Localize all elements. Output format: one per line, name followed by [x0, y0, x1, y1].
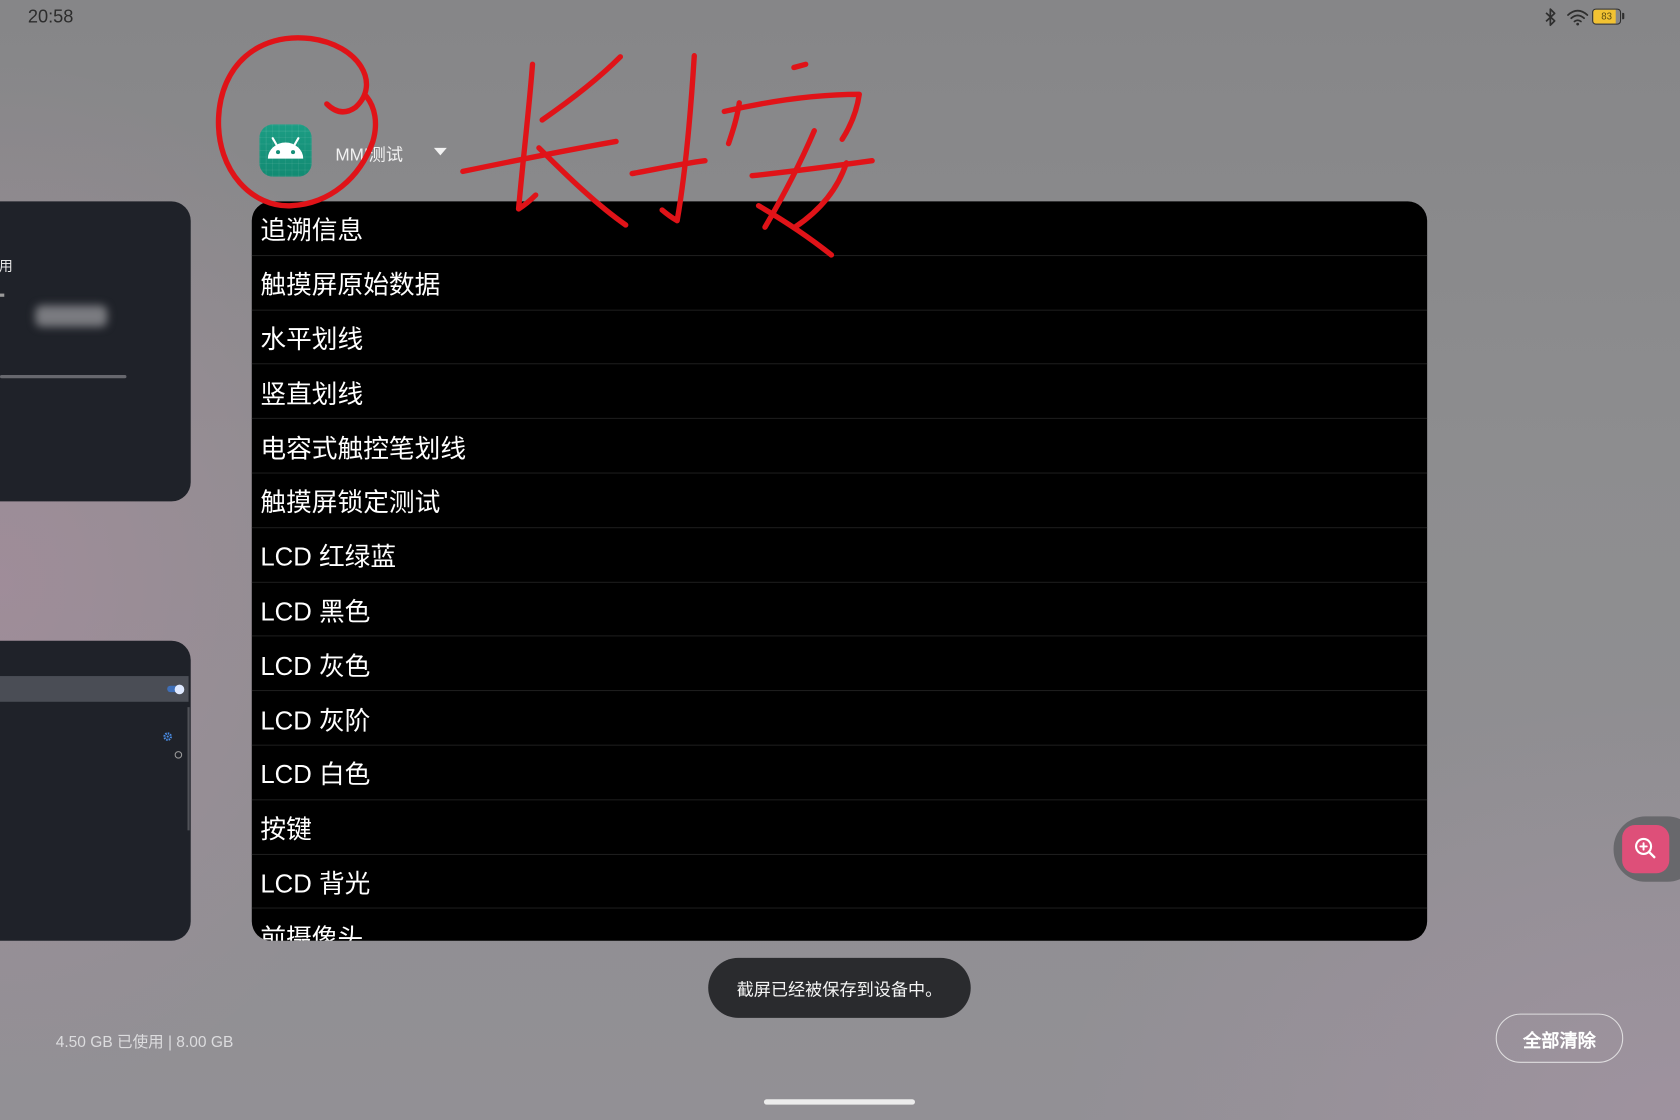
clear-all-button[interactable]: 全部清除	[1495, 1013, 1624, 1063]
menu-item-touchscreen-lock-test[interactable]: 触摸屏锁定测试	[251, 474, 1428, 528]
menu-item-label: LCD 红绿蓝	[260, 543, 397, 573]
recent-apps-screen: 20:58 83 用 MMI测试 追溯信息 触摸屏原始数据 水平划线 竖直划线 …	[0, 0, 1680, 1120]
menu-item-label: LCD 灰阶	[260, 706, 371, 736]
wifi-icon	[1566, 9, 1589, 26]
card-text: 用	[0, 258, 13, 275]
faint-text-line	[0, 375, 127, 379]
menu-item-touchscreen-raw-data[interactable]: 触摸屏原始数据	[251, 256, 1428, 311]
screenshot-saved-toast: 截屏已经被保存到设备中。	[708, 957, 971, 1018]
toggle-switch	[167, 684, 185, 694]
zoom-button[interactable]	[1622, 825, 1670, 874]
menu-item-label: 按键	[260, 815, 312, 845]
menu-item-label: LCD 背光	[260, 869, 371, 899]
app-title[interactable]: MMI测试	[335, 140, 403, 166]
card-text-fragment	[0, 293, 5, 297]
settings-row-highlight	[0, 676, 189, 702]
menu-item-horizontal-line[interactable]: 水平划线	[251, 310, 1428, 365]
bluetooth-icon	[1543, 8, 1558, 27]
menu-item-label: 电容式触控笔划线	[260, 434, 467, 464]
clear-all-label: 全部清除	[1523, 1030, 1596, 1051]
menu-item-label: LCD 白色	[260, 761, 371, 791]
menu-item-traceability-info[interactable]: 追溯信息	[251, 201, 1428, 256]
app-preview-card[interactable]: 追溯信息 触摸屏原始数据 水平划线 竖直划线 电容式触控笔划线 触摸屏锁定测试 …	[251, 201, 1428, 941]
menu-item-label: 追溯信息	[260, 216, 364, 246]
menu-item-lcd-grayscale[interactable]: LCD 灰阶	[251, 691, 1428, 746]
menu-item-label: 竖直划线	[260, 380, 364, 410]
recent-app-card[interactable]: 用	[0, 201, 191, 502]
battery-icon: 83	[1592, 8, 1622, 25]
blurred-image	[35, 305, 108, 327]
chevron-down-icon[interactable]	[433, 147, 447, 156]
menu-item-lcd-gray[interactable]: LCD 灰色	[251, 637, 1428, 692]
scroll-indicator	[187, 707, 190, 831]
menu-item-front-camera[interactable]: 前摄像头	[252, 909, 1427, 941]
battery-tip	[1622, 12, 1625, 20]
menu-item-lcd-white[interactable]: LCD 白色	[251, 746, 1428, 801]
floating-tool-dock[interactable]	[1613, 816, 1680, 882]
toast-text: 截屏已经被保存到设备中。	[736, 981, 943, 1000]
menu-item-label: 触摸屏原始数据	[260, 271, 441, 301]
test-menu-list: 追溯信息 触摸屏原始数据 水平划线 竖直划线 电容式触控笔划线 触摸屏锁定测试 …	[251, 201, 1428, 941]
android-icon	[267, 137, 304, 159]
menu-item-keys[interactable]: 按键	[251, 800, 1428, 855]
home-indicator[interactable]	[763, 1099, 916, 1105]
menu-item-lcd-black[interactable]: LCD 黑色	[251, 582, 1428, 637]
menu-item-label: LCD 黑色	[260, 597, 371, 627]
zoom-in-icon	[1635, 837, 1656, 859]
menu-item-label: 触摸屏锁定测试	[260, 488, 441, 518]
recent-app-card[interactable]	[0, 640, 191, 941]
annotation-circle	[215, 35, 379, 209]
clock: 20:58	[27, 6, 74, 27]
menu-item-label: 前摄像头	[260, 924, 364, 941]
menu-item-vertical-line[interactable]: 竖直划线	[251, 365, 1428, 420]
memory-usage: 4.50 GB 已使用 | 8.00 GB	[55, 1033, 234, 1052]
menu-item-lcd-rgb[interactable]: LCD 红绿蓝	[251, 528, 1428, 583]
radio-circle	[174, 751, 183, 759]
menu-item-label: 水平划线	[260, 325, 364, 355]
gear-icon	[163, 728, 173, 741]
menu-item-lcd-backlight[interactable]: LCD 背光	[251, 855, 1428, 909]
menu-item-label: LCD 灰色	[260, 652, 371, 682]
battery-level: 83	[1601, 10, 1612, 22]
android-app-icon[interactable]	[259, 124, 312, 177]
menu-item-stylus-line[interactable]: 电容式触控笔划线	[251, 419, 1428, 474]
